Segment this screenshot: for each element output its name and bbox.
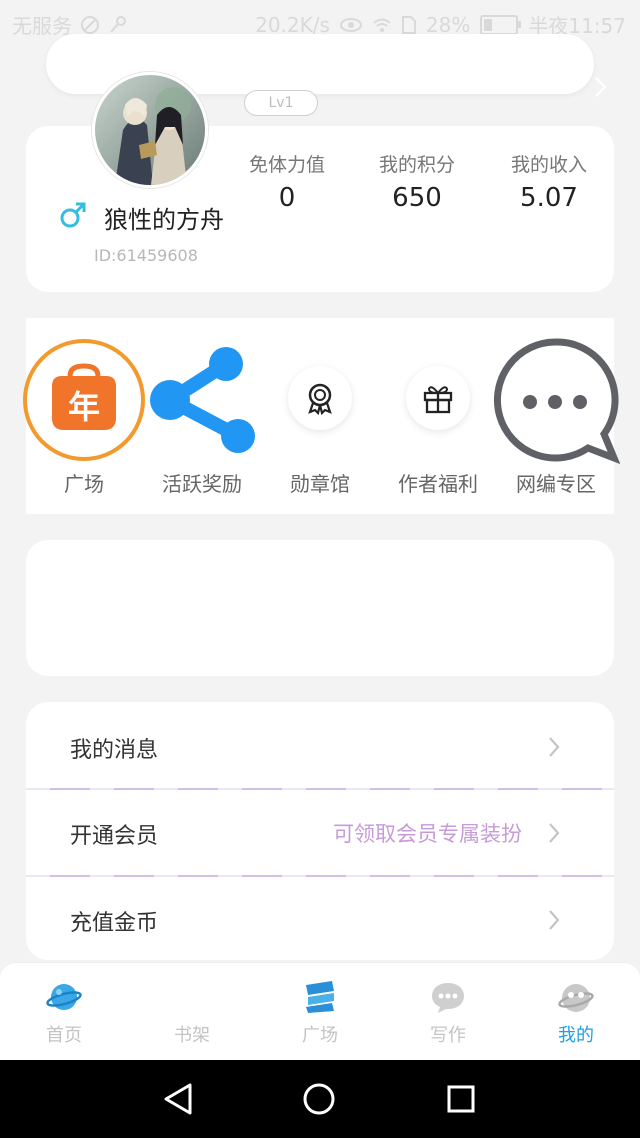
mine-icon [558, 984, 594, 1012]
eye-icon [339, 17, 362, 32]
feature-square[interactable]: 年 [22, 338, 146, 462]
back-icon[interactable] [162, 1082, 194, 1116]
nav-label: 我的 [558, 1025, 594, 1046]
avatar[interactable] [92, 72, 208, 188]
feature-active-reward[interactable] [146, 344, 258, 456]
battery-percent: 28% [425, 12, 471, 37]
wifi-off-icon [81, 15, 99, 34]
nav-label: 广场 [302, 1025, 338, 1046]
chevron-right-icon[interactable] [592, 72, 610, 102]
wifi-icon [373, 18, 391, 32]
network-speed: 20.2K/s [255, 12, 330, 37]
chat-bubble-icon [493, 338, 621, 465]
feature-label: 网编专区 [516, 472, 596, 496]
stat-label: 我的收入 [510, 154, 587, 176]
menu-label: 我的消息 [70, 738, 159, 763]
nav-home[interactable]: 首页 [0, 963, 128, 1061]
feature-label: 作者福利 [398, 472, 478, 496]
feature-label: 广场 [64, 472, 104, 496]
chevron-right-icon [549, 737, 560, 757]
chevron-right-icon [549, 823, 560, 843]
stat-income[interactable]: 我的收入 5.07 [484, 150, 614, 213]
nav-bookshelf[interactable]: 书架 [128, 963, 256, 1061]
feature-medal-hall[interactable] [288, 366, 352, 430]
feature-label: 勋章馆 [290, 472, 350, 496]
stat-value: 650 [392, 183, 442, 213]
stat-points[interactable]: 我的积分 650 [352, 150, 482, 213]
username: 狼性的方舟 [104, 206, 224, 234]
menu-item-membership[interactable]: 开通会员 可领取会员专属装扮 [26, 790, 614, 876]
nav-label: 写作 [430, 1025, 466, 1046]
banner-card[interactable] [26, 540, 614, 676]
key-icon [110, 15, 126, 33]
share-icon [150, 347, 255, 453]
male-icon [60, 202, 86, 228]
menu-label: 开通会员 [70, 824, 159, 849]
nav-write[interactable]: 写作 [384, 963, 512, 1061]
stat-value: 0 [278, 183, 296, 213]
stat-label: 我的积分 [378, 154, 455, 176]
stat-label: 免体力值 [248, 154, 325, 176]
carrier-text: 无服务 [12, 14, 72, 38]
user-id: ID:61459608 [94, 246, 198, 265]
feature-editor-zone[interactable] [490, 336, 621, 466]
year-glyph: 年 [68, 388, 100, 426]
bottom-nav: 首页 书架 广场 写作 我的 [0, 962, 640, 1061]
menu-item-messages[interactable]: 我的消息 [26, 704, 614, 790]
menu-hint: 可领取会员专属装扮 [333, 822, 522, 846]
medal-icon [308, 383, 332, 415]
gift-icon [423, 386, 453, 414]
recents-icon[interactable] [446, 1084, 476, 1114]
chat-write-icon [432, 983, 464, 1013]
nav-mine[interactable]: 我的 [512, 963, 640, 1061]
year-icon: 年 [23, 339, 145, 461]
square-icon [306, 981, 334, 1013]
stat-value: 5.07 [520, 183, 578, 213]
battery-icon [480, 14, 522, 35]
stat-stamina[interactable]: 免体力值 0 [222, 150, 352, 213]
nav-label: 书架 [174, 1025, 210, 1046]
feature-author-benefits[interactable] [406, 366, 470, 430]
home-icon[interactable] [302, 1082, 336, 1116]
feature-label: 活跃奖励 [162, 472, 242, 496]
nav-label: 首页 [46, 1025, 82, 1046]
menu-item-recharge[interactable]: 充值金币 [26, 877, 614, 963]
planet-icon [46, 984, 82, 1010]
level-badge: Lv1 [244, 90, 318, 116]
system-nav-bar [0, 1060, 640, 1138]
sim-icon [401, 15, 416, 34]
chevron-right-icon [549, 910, 560, 930]
menu-label: 充值金币 [70, 911, 159, 936]
nav-square[interactable]: 广场 [256, 963, 384, 1061]
